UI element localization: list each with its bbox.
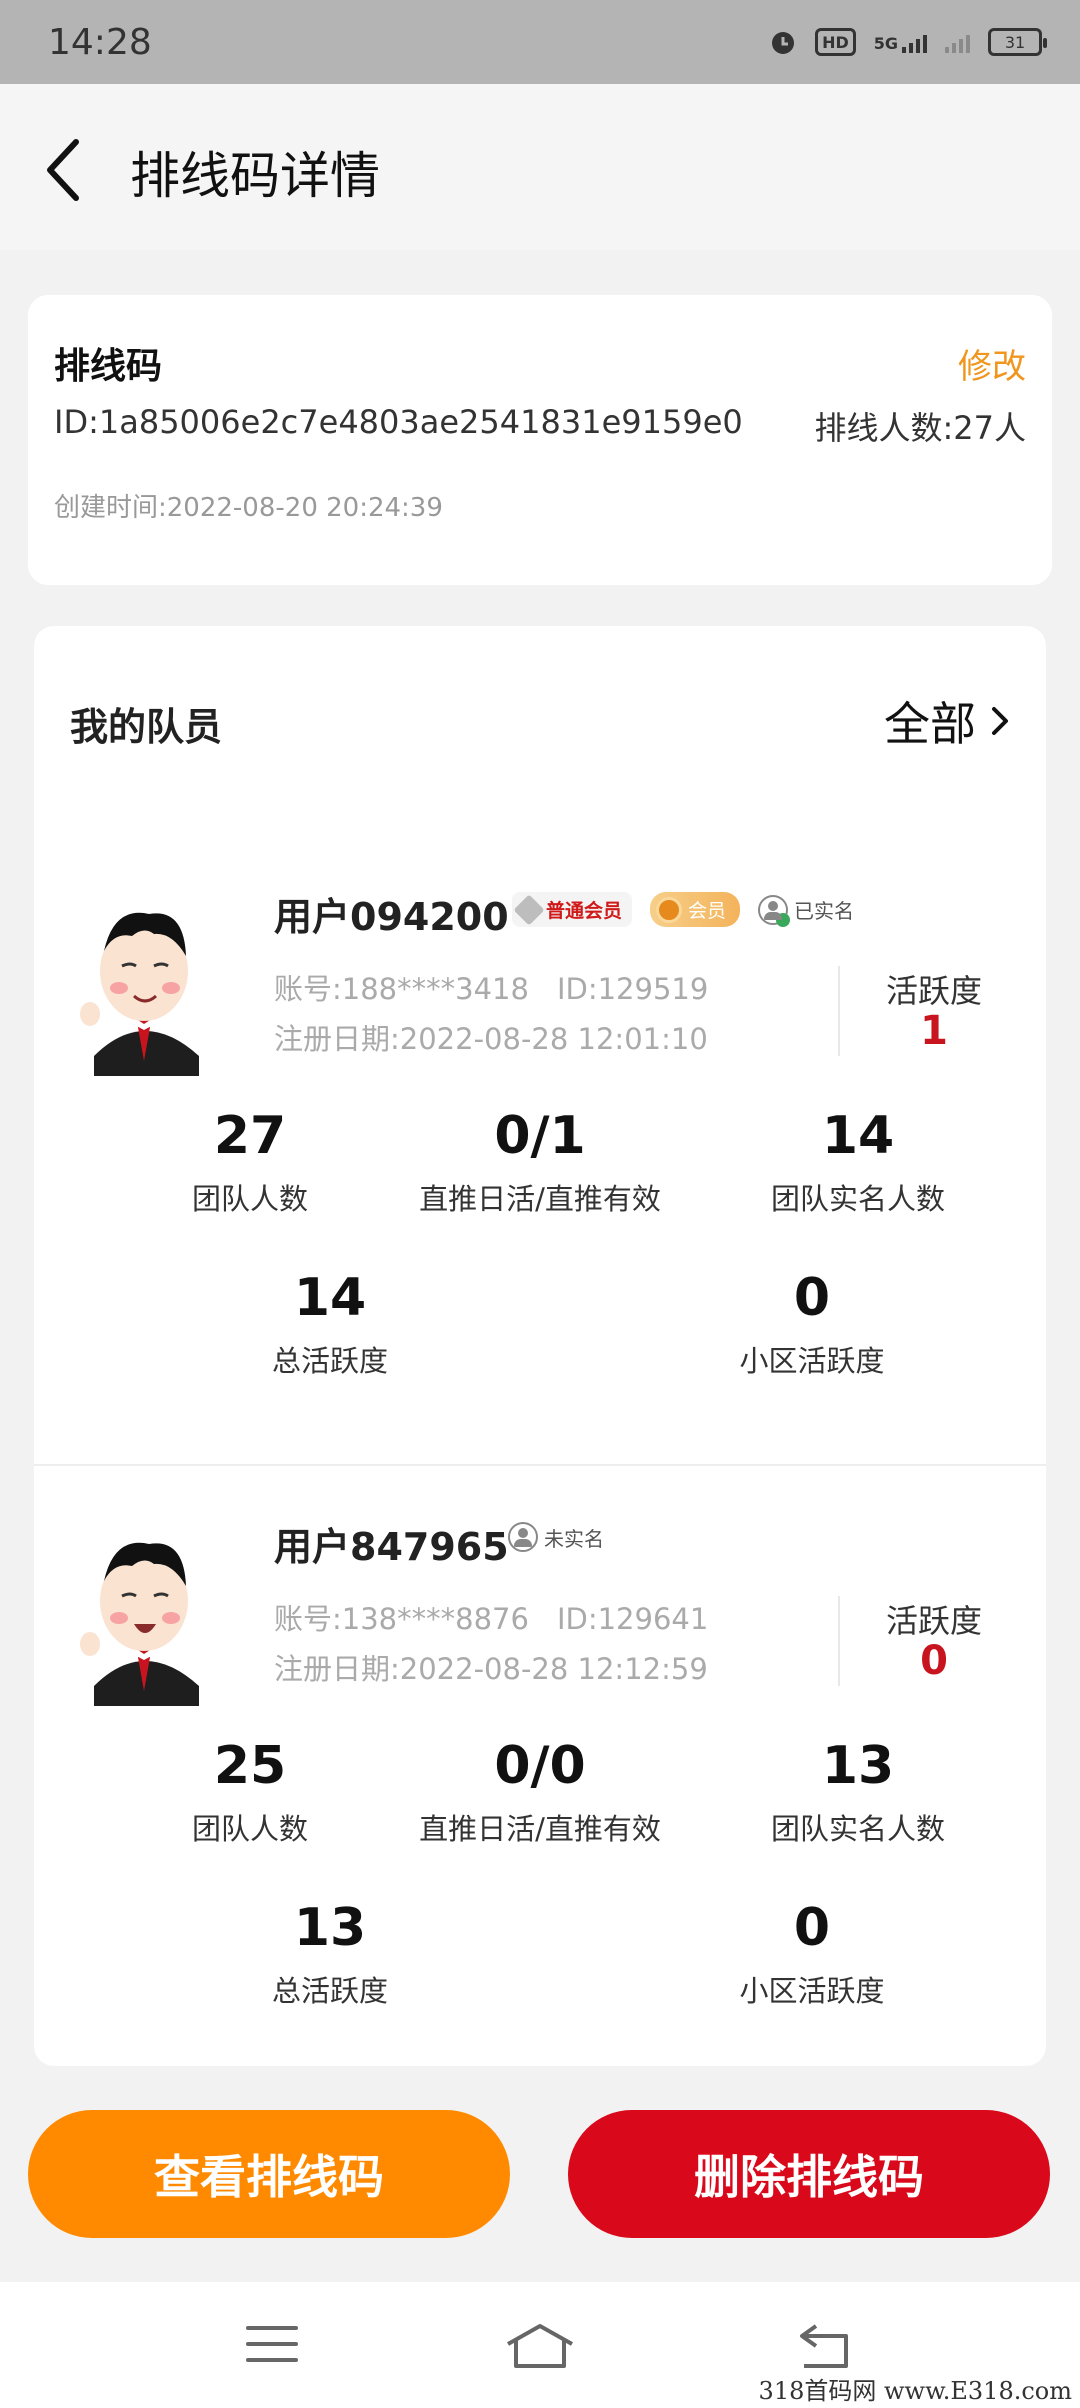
team-card: 我的队员 全部 用户094200 普通会员 会员 已实名 账号:188****3… xyxy=(34,626,1046,2066)
badge-unverified: 未实名 xyxy=(508,1522,604,1552)
signal-icon xyxy=(945,31,970,53)
view-code-button[interactable]: 查看排线码 xyxy=(28,2110,510,2238)
member-id: ID:129641 xyxy=(556,1602,709,1636)
cube-icon xyxy=(513,893,545,926)
back-nav-icon[interactable] xyxy=(796,2322,852,2370)
stat-verified: 13 团队实名人数 xyxy=(770,1736,945,1846)
page-header: 排线码详情 xyxy=(0,84,1080,250)
activity-label: 活跃度 xyxy=(885,972,982,1010)
member-name: 用户094200 xyxy=(274,895,509,939)
stat-direct: 0/0 直推日活/直推有效 xyxy=(419,1736,661,1846)
member-name: 用户847965 xyxy=(274,1525,509,1569)
view-all-label: 全部 xyxy=(884,697,976,751)
vip-icon xyxy=(656,896,683,923)
member-account-line: 账号:188****3418 ID:129519 xyxy=(274,966,708,1008)
status-time: 14:28 xyxy=(48,21,152,63)
member-id: ID:129519 xyxy=(556,972,709,1006)
chevron-left-icon xyxy=(47,139,79,201)
member-badges: 未实名 xyxy=(508,1522,604,1552)
member-badges: 普通会员 会员 已实名 xyxy=(512,892,854,927)
code-id: ID:1a85006e2c7e4803ae2541831e9159e0 xyxy=(54,403,743,441)
queue-count: 排线人数:27人 xyxy=(814,409,1026,447)
stat-total-activity: 14 总活跃度 xyxy=(271,1268,388,1378)
delete-code-button[interactable]: 删除排线码 xyxy=(568,2110,1050,2238)
activity-label: 活跃度 xyxy=(885,1602,982,1640)
watermark: 318首码网 www.E318.com xyxy=(758,2377,1072,2405)
stat-verified: 14 团队实名人数 xyxy=(770,1106,945,1216)
status-bar: 14:28 HD 5G 31 xyxy=(0,0,1080,84)
member-account: 账号:138****8876 xyxy=(274,1602,529,1636)
home-icon[interactable] xyxy=(504,2322,576,2370)
status-icons: HD 5G 31 xyxy=(769,28,1047,56)
activity-value: 0 xyxy=(920,1638,948,1684)
stat-direct: 0/1 直推日活/直推有效 xyxy=(419,1106,661,1216)
network-icon: 5G xyxy=(874,31,927,53)
member-register-date: 注册日期:2022-08-28 12:01:10 xyxy=(274,1022,708,1056)
badge-vip: 会员 xyxy=(650,892,741,927)
activity-value: 1 xyxy=(920,1008,948,1054)
stat-total-activity: 13 总活跃度 xyxy=(271,1898,388,2008)
created-time: 创建时间:2022-08-20 20:24:39 xyxy=(54,493,443,523)
member-account: 账号:188****3418 xyxy=(274,972,529,1006)
avatar xyxy=(80,912,199,1076)
badge-normal-member: 普通会员 xyxy=(512,892,633,927)
stat-minor-activity: 0 小区活跃度 xyxy=(739,1898,885,2008)
badge-verified: 已实名 xyxy=(758,894,854,927)
page-title: 排线码详情 xyxy=(130,147,380,205)
member-register-date: 注册日期:2022-08-28 12:12:59 xyxy=(274,1652,708,1686)
battery-icon: 31 xyxy=(988,28,1047,56)
back-button[interactable] xyxy=(40,134,100,204)
avatar xyxy=(80,1542,199,1706)
member-account-line: 账号:138****8876 ID:129641 xyxy=(274,1596,708,1638)
divider-vertical xyxy=(838,1596,840,1686)
menu-icon[interactable] xyxy=(244,2322,300,2366)
divider-vertical xyxy=(838,966,840,1056)
team-title: 我的队员 xyxy=(70,705,223,749)
verified-user-icon xyxy=(758,894,791,927)
edit-button[interactable]: 修改 xyxy=(958,339,1026,388)
system-nav-bar: 318首码网 www.E318.com xyxy=(0,2282,1080,2408)
code-card-title: 排线码 xyxy=(54,346,163,387)
code-card: 排线码 修改 ID:1a85006e2c7e4803ae2541831e9159… xyxy=(28,295,1052,585)
stat-team-size: 25 团队人数 xyxy=(191,1736,308,1846)
hd-icon: HD xyxy=(815,28,856,56)
member-item[interactable]: 用户094200 普通会员 会员 已实名 账号:188****3418 ID:12… xyxy=(34,836,1046,1476)
member-item[interactable]: 用户847965 未实名 账号:138****8876 ID:129641 注册日… xyxy=(34,1466,1046,2066)
stat-team-size: 27 团队人数 xyxy=(191,1106,308,1216)
view-all-button[interactable]: 全部 xyxy=(884,688,1010,754)
unverified-user-icon xyxy=(508,1522,538,1552)
chevron-right-icon xyxy=(992,707,1008,735)
stat-minor-activity: 0 小区活跃度 xyxy=(739,1268,885,1378)
alarm-icon xyxy=(772,32,795,54)
